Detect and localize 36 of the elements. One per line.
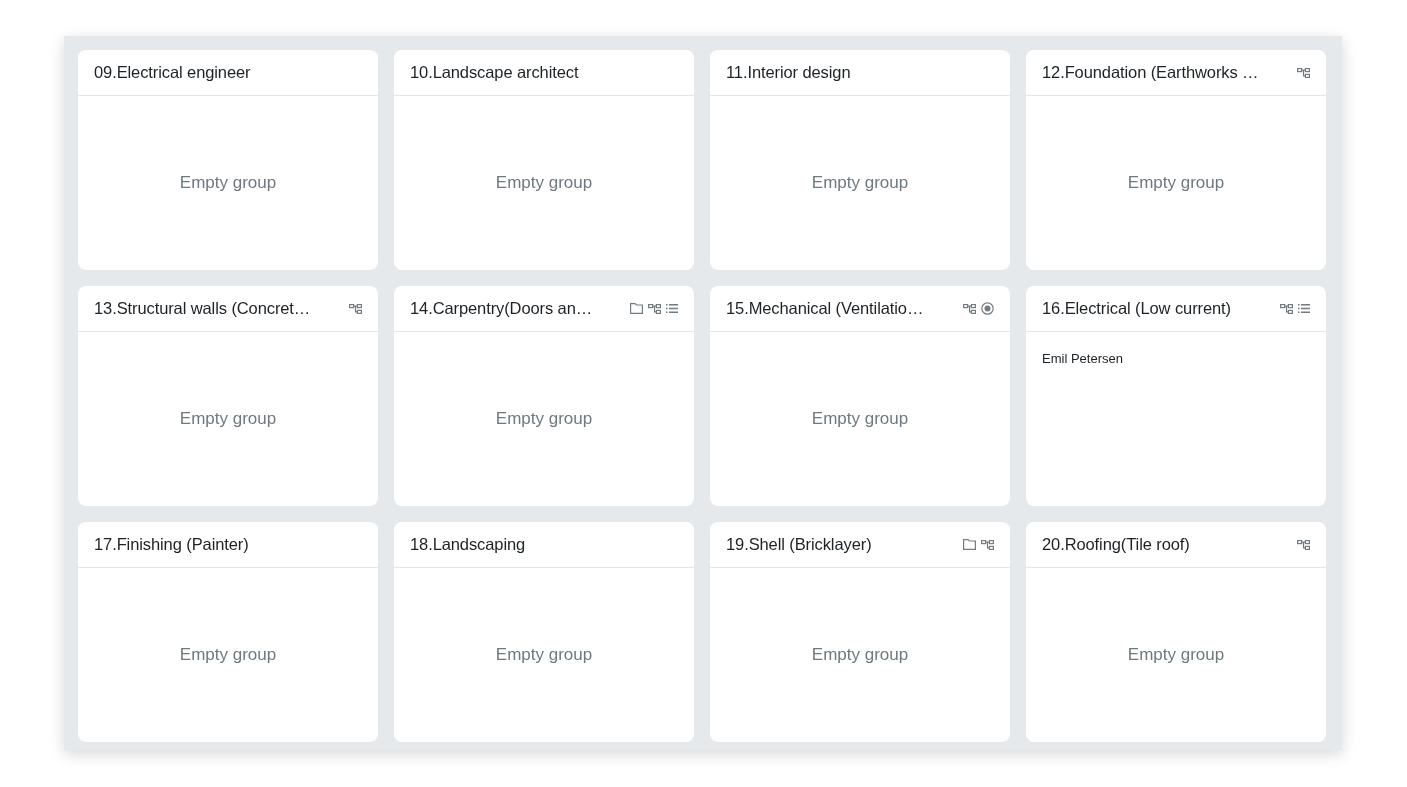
empty-group-text: Empty group [811,409,909,429]
group-title: 10.Landscape architect [410,63,580,82]
empty-group-text: Empty group [495,645,593,665]
group-title: 17.Finishing (Painter) [94,535,250,554]
hierarchy-icon [1297,67,1310,78]
group-title: 11.Interior design [726,63,852,82]
empty-group-text: Empty group [495,409,593,429]
empty-group-text: Empty group [811,645,909,665]
list-icon [1298,304,1310,313]
empty-group-text: Empty group [811,173,909,193]
group-title: 19.Shell (Bricklayer) [726,535,873,554]
hierarchy-icon [349,303,362,314]
group-title: 12.Foundation (Earthworks … [1042,63,1260,82]
group-title: 13.Structural walls (Concret… [94,299,312,318]
group-title: 15.Mechanical (Ventilatio… [726,299,925,318]
radio-dot-icon [981,302,994,315]
empty-group-text: Empty group [1127,173,1225,193]
hierarchy-icon [981,539,994,550]
group-title: 14.Carpentry(Doors an… [410,299,594,318]
empty-group-text: Empty group [179,645,277,665]
empty-group-text: Empty group [179,173,277,193]
empty-group-text: Empty group [1127,645,1225,665]
empty-group-text: Empty group [179,409,277,429]
hierarchy-icon [963,303,976,314]
hierarchy-icon [1297,539,1310,550]
group-title: 18.Landscaping [410,535,527,554]
empty-group-text: Empty group [495,173,593,193]
folder-icon [630,303,643,314]
list-icon [666,304,678,313]
group-title: 20.Roofing(Tile roof) [1042,535,1191,554]
member-name: Emil Petersen [1042,351,1123,366]
folder-icon [963,539,976,550]
hierarchy-icon [1280,303,1293,314]
group-title: 09.Electrical engineer [94,63,252,82]
hierarchy-icon [648,303,661,314]
group-title: 16.Electrical (Low current) [1042,299,1232,318]
